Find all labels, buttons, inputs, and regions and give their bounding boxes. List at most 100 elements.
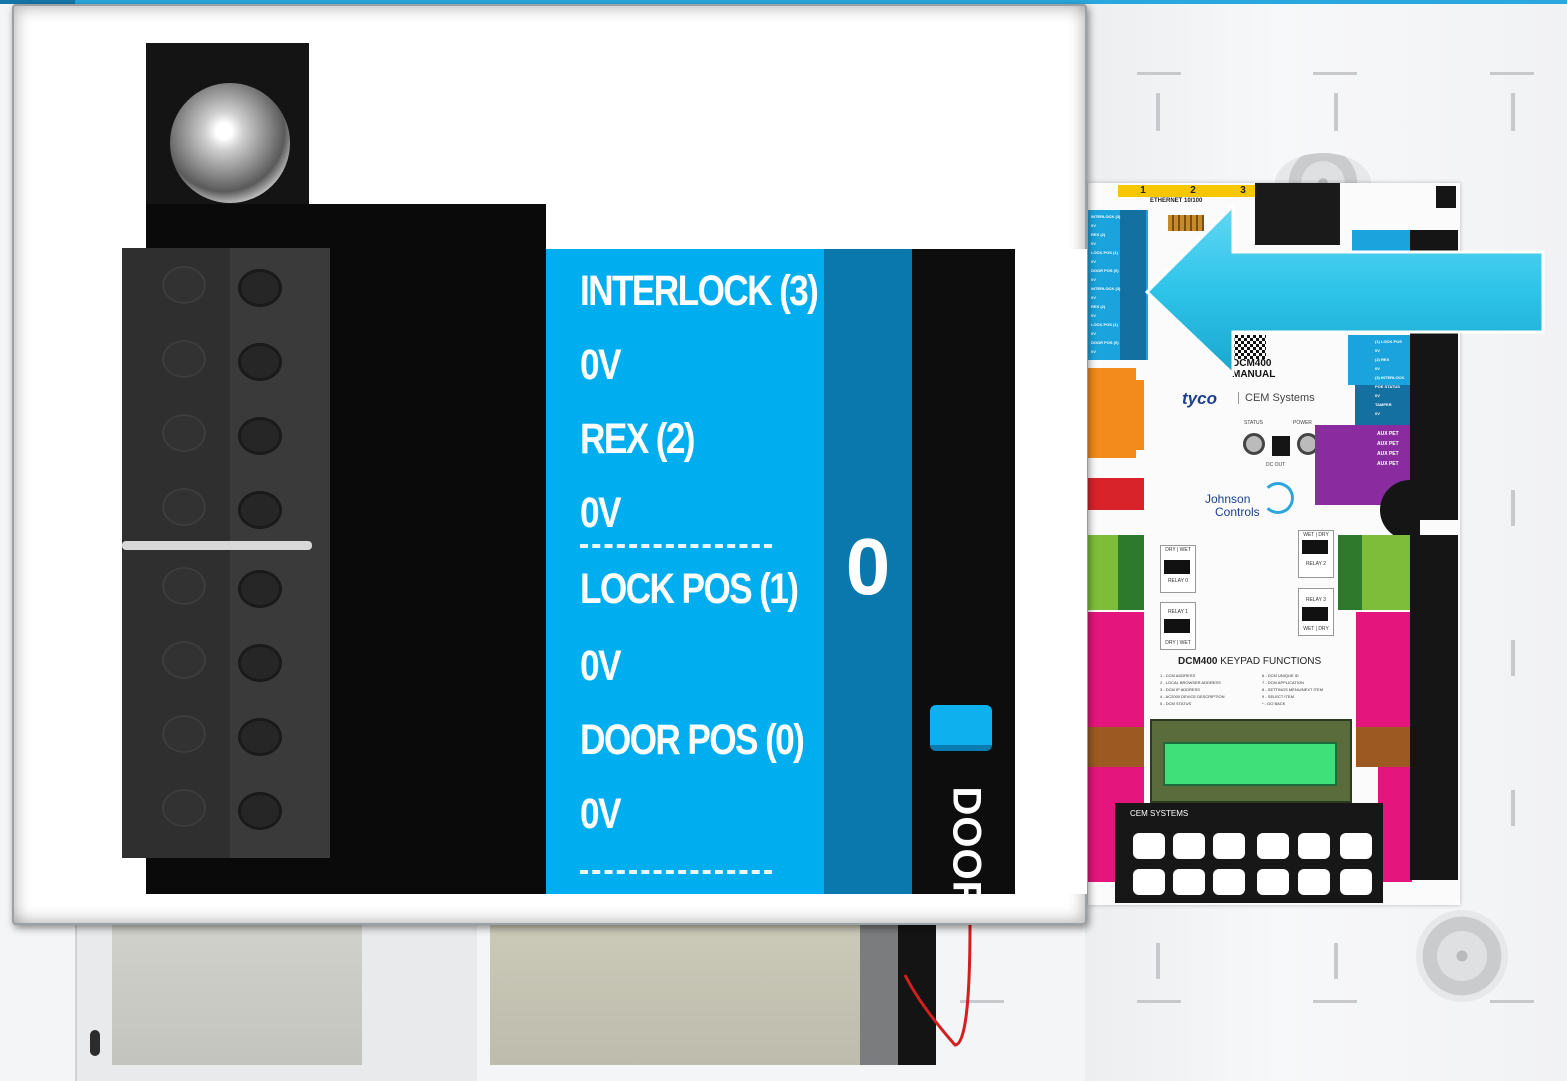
relay-title: WET | DRY [1303, 532, 1329, 538]
relay-switch [1164, 619, 1190, 633]
keypad-key[interactable] [1298, 869, 1330, 895]
power-terminal-header [1132, 380, 1144, 450]
enclosure-slot [90, 1030, 100, 1056]
door-number: 0 [845, 522, 891, 611]
keypad-brand: CEM SYSTEMS [1130, 809, 1189, 818]
terminal-screw-icon [238, 718, 282, 756]
keypad-key[interactable] [1298, 833, 1330, 859]
battery [490, 925, 860, 1065]
fire-terminal [1088, 478, 1144, 510]
relay-name: DRY | WET [1165, 640, 1191, 646]
terminal-screw-icon [238, 570, 282, 608]
terminal-label-0v: 0V [580, 790, 621, 838]
mounting-mark [1156, 943, 1160, 979]
terminal-screw-icon [162, 340, 206, 378]
door-locks-terminal-right [1360, 535, 1410, 610]
mounting-mark [1511, 640, 1515, 676]
door-locks-header [1118, 535, 1144, 610]
relay-name: RELAY 0 [1167, 578, 1189, 584]
terminal-label-lock-pos: LOCK POS (1) [580, 565, 799, 613]
keypad-functions-list-left: 1 - CCM ADDRESS 2 - LOCAL BROWSER ADDRES… [1160, 673, 1225, 706]
keypad-key[interactable] [1133, 869, 1165, 895]
relay-switch [1302, 607, 1328, 621]
keypad-key[interactable] [1133, 833, 1165, 859]
status-led-label: STATUS [1244, 420, 1263, 426]
relay-3: RELAY 3 WET | DRY [1298, 588, 1334, 636]
reader-terminal-right [1356, 612, 1412, 727]
reader-terminal-right [1378, 767, 1412, 882]
terminal-screw-icon [162, 567, 206, 605]
status-led [1243, 433, 1265, 455]
relay-switch [1302, 540, 1328, 554]
keypad-key[interactable] [1213, 833, 1245, 859]
keypad-key[interactable] [1257, 833, 1289, 859]
terminal-label-0v: 0V [580, 341, 621, 389]
terminal-screw-icon [162, 715, 206, 753]
keypad-key[interactable] [1173, 833, 1205, 859]
mounting-mark [1137, 1000, 1181, 1003]
johnson-controls-line2: Controls [1215, 505, 1260, 519]
relay-1: RELAY 1 DRY | WET [1160, 602, 1196, 650]
keypad-key[interactable] [1213, 869, 1245, 895]
terminal-screw-icon [162, 414, 206, 452]
terminal-block-face [230, 248, 330, 858]
reader-terminal [1088, 612, 1144, 727]
terminal-screw-icon [238, 417, 282, 455]
terminal-label-rex: REX (2) [580, 415, 696, 463]
keypad-key[interactable] [1340, 869, 1372, 895]
terminal-screw-icon [238, 792, 282, 830]
terminal-label-0v: 0V [580, 489, 621, 537]
keypad-functions-model: DCM400 [1178, 656, 1218, 667]
relay-title: RELAY 3 [1305, 597, 1327, 603]
johnson-controls-label: Johnson Controls [1205, 493, 1260, 519]
ethernet-port-1: 1 [1140, 185, 1146, 196]
callout-margin [1015, 249, 1087, 894]
red-wire [903, 925, 972, 1047]
dc-out-jumper [1272, 436, 1290, 456]
mounting-screw-icon [170, 83, 290, 203]
mounting-mark [1156, 93, 1160, 131]
ethernet-port-labels: 1 2 3 [1118, 185, 1268, 197]
mounting-mark [1511, 93, 1515, 131]
mounting-mark [1313, 1000, 1357, 1003]
door-inputs-text: INTERLOCK (3) 0V REX (2) 0V LOCK POS (1)… [1091, 214, 1121, 354]
cable-knockout [1416, 910, 1508, 1002]
door-label: DOOR [944, 786, 989, 911]
relay-title: DRY | WET [1165, 547, 1191, 553]
grounds-terminal-right [1356, 727, 1412, 767]
power-led-label: POWER [1293, 420, 1312, 426]
relay-name: WET | DRY [1303, 626, 1329, 632]
keypad-key[interactable] [1257, 869, 1289, 895]
relay-switch [1164, 560, 1190, 574]
keypad-functions-title: DCM400 KEYPAD FUNCTIONS [1178, 656, 1321, 667]
terminal-screw-icon [238, 644, 282, 682]
battery-compartment [112, 925, 362, 1065]
mounting-mark [1511, 490, 1515, 526]
door-inputs-header [1120, 210, 1146, 360]
mounting-mark [1490, 1000, 1534, 1003]
mounting-mark [1137, 72, 1181, 75]
lcd-display [1163, 742, 1337, 786]
power-terminal [1088, 368, 1136, 458]
pointer-arrow-icon [1145, 202, 1545, 376]
terminal-label-separator [580, 870, 772, 874]
terminal-screw-icon [238, 491, 282, 529]
terminal-screw-icon [162, 488, 206, 526]
terminal-label-interlock: INTERLOCK (3) [580, 267, 819, 315]
terminal-label-door-pos: DOOR POS (0) [580, 716, 805, 764]
terminal-divider [122, 541, 312, 550]
keypad-key[interactable] [1340, 833, 1372, 859]
relay-0: DRY | WET RELAY 0 [1160, 545, 1196, 593]
terminal-label-0v: 0V [580, 642, 621, 690]
battery-bracket [860, 925, 898, 1065]
mounting-mark [1334, 93, 1338, 131]
terminal-screw-icon [238, 269, 282, 307]
mounting-mark [1313, 72, 1357, 75]
door-locks-header-right [1338, 535, 1362, 610]
terminal-screw-icon [162, 641, 206, 679]
relay-title: RELAY 1 [1167, 609, 1189, 615]
dc-out-label: DC OUT [1266, 462, 1286, 468]
keypad-key[interactable] [1173, 869, 1205, 895]
mounting-mark [1511, 790, 1515, 826]
terminal-screw-icon [162, 789, 206, 827]
